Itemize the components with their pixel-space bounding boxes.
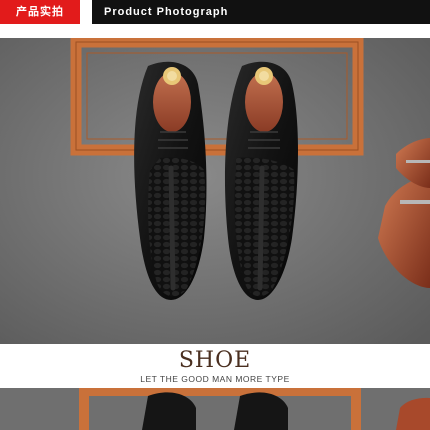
badge-label: 产品实拍 [0,0,80,24]
next-photo-strip [0,388,430,430]
caption-title: SHOE [178,348,252,373]
left-shoe [134,61,207,301]
caption-subtitle: LET THE GOOD MAN MORE TYPE [140,374,290,384]
header: 产品实拍 Product Photograph [0,0,430,24]
caption: SHOE LET THE GOOD MAN MORE TYPE [0,344,430,388]
product-photo [0,38,430,344]
page-title: Product Photograph [104,6,229,18]
title-bar: Product Photograph [92,0,430,24]
